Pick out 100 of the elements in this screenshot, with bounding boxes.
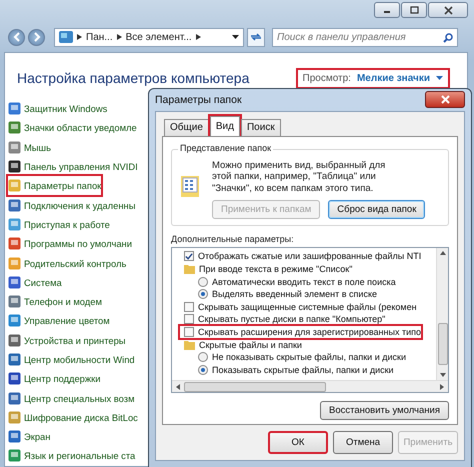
close-icon [440,95,450,104]
applet-icon [8,295,21,308]
radio-button[interactable] [198,276,208,287]
forward-icon [32,32,42,42]
checkbox[interactable] [184,302,194,312]
panel-link[interactable]: Приступая к работе [8,214,110,234]
group-title: Представление папок [178,142,274,153]
applet-icon [8,237,21,250]
panel-link[interactable]: Управление цветом [8,311,110,331]
back-button[interactable] [8,28,25,46]
panel-link[interactable]: Экран [8,427,50,446]
restore-defaults-button[interactable]: Восстановить умолчания [320,401,449,420]
breadcrumb-item[interactable]: Все элемент... [126,32,192,42]
applet-icon [8,314,21,328]
applet-icon [8,256,21,270]
minimize-button[interactable] [374,2,400,18]
radio-button[interactable] [198,289,208,300]
scroll-left-icon[interactable] [176,384,180,390]
description-text: Можно применить вид, выбранный для этой папки, например, "Таблица" или "Значки", ко всем папкам этого типа. [212,160,386,194]
option-row[interactable]: Скрывать защищенные системные файлы (рекомен [184,300,417,314]
scroll-up-icon[interactable] [440,251,446,256]
refresh-button[interactable] [247,28,265,46]
panel-link[interactable]: Телефон и модем [8,292,102,312]
option-row[interactable]: Не показывать скрытые файлы, папки и диски [184,350,406,364]
applet-icon [8,372,21,386]
search-icon [443,32,453,42]
option-row[interactable]: Скрывать пустые диски в папке "Компьютер" [184,313,386,326]
checkbox[interactable] [184,326,194,337]
close-button[interactable] [428,2,468,18]
dialog-title: Параметры папок [155,94,243,106]
breadcrumb-item[interactable]: Пан... [86,32,113,42]
panel-link[interactable]: Шифрование диска BitLoc [8,408,138,428]
tab[interactable]: Поиск [240,118,281,136]
panel-link[interactable]: Центр поддержки [8,369,101,388]
close-icon [444,6,452,14]
applet-icon [8,449,21,462]
applet-icon [8,392,21,405]
scroll-thumb[interactable] [438,323,448,366]
control-panel-icon [59,31,73,43]
panel-link[interactable]: Значки области уведомле [8,118,137,138]
checkbox[interactable] [184,314,194,324]
search-field[interactable]: Поиск в панели управления [272,28,458,46]
applet-icon [8,140,21,154]
panel-link[interactable]: Язык и региональные ста [8,446,136,466]
applet-icon [8,430,21,444]
panel-link[interactable]: Центр специальных возм [8,388,135,408]
horizontal-scrollbar[interactable] [172,380,448,392]
maximize-button[interactable] [401,2,427,18]
option-row[interactable]: Скрывать расширения для зарегистрированных типо [180,326,421,338]
panel-link[interactable]: Устройства и принтеры [8,330,126,350]
checkbox[interactable] [184,251,194,262]
applet-icon [8,218,21,231]
option-row[interactable]: При вводе текста в режиме "Список" [184,262,352,276]
chevron-icon [77,34,82,40]
tab[interactable]: Общие [164,118,209,136]
dialog-button[interactable]: ОК [268,431,328,454]
applet-icon [8,179,21,192]
applet-icon [8,121,21,134]
applet-icon [8,334,21,347]
radio-button[interactable] [198,364,208,375]
address-bar[interactable]: Пан... Все элемент... [54,28,244,46]
forward-button[interactable] [28,28,45,46]
dialog-button[interactable]: Отмена [333,431,393,454]
panel-link[interactable]: Подключения к удаленны [8,195,136,215]
panel-link[interactable]: Родительский контроль [8,253,126,273]
panel-link[interactable]: Программы по умолчани [8,234,132,254]
scroll-down-icon[interactable] [440,373,446,377]
folder-icon [184,264,195,274]
panel-link[interactable]: Параметры папок [8,176,102,196]
radio-button[interactable] [198,352,208,362]
page-heading: Настройка параметров компьютера [17,70,250,86]
option-row[interactable]: Показывать скрытые файлы, папки и диски [184,363,394,376]
maximize-icon [410,6,418,14]
panel-link[interactable]: Панель управления NVIDI [8,156,138,176]
folder-icon [184,340,195,350]
applet-icon [8,410,21,424]
option-row[interactable]: Автоматически вводить текст в поле поиска [184,275,396,288]
dropdown-icon [436,76,443,80]
close-button[interactable] [425,91,465,108]
applet-icon [8,102,21,116]
refresh-icon [250,32,262,42]
option-row[interactable]: Скрытые файлы и папки [184,338,302,351]
option-row[interactable]: Отображать сжатые или зашифрованные файлы NTI [184,250,422,263]
check-icon [185,252,193,261]
panel-link[interactable]: Мышь [8,138,51,157]
panel-link[interactable]: Система [8,272,62,292]
panel-link[interactable]: Центр мобильности Wind [8,350,135,370]
tab[interactable]: Вид [210,116,240,136]
scroll-right-icon[interactable] [440,384,444,390]
view-selector[interactable]: Просмотр: Мелкие значки [298,70,447,86]
folder-view-icon [180,174,202,198]
applet-icon [8,353,21,366]
dropdown-icon[interactable] [232,35,239,39]
option-row[interactable]: Выделять введенный элемент в списке [184,288,377,300]
panel-link[interactable]: Защитник Windows [8,99,108,118]
action-button[interactable]: Сброс вида папок [328,200,426,220]
section-label: Дополнительные параметры: [171,234,295,244]
vertical-scrollbar[interactable] [436,248,448,380]
chevron-icon [196,34,201,40]
scroll-thumb[interactable] [184,382,326,392]
